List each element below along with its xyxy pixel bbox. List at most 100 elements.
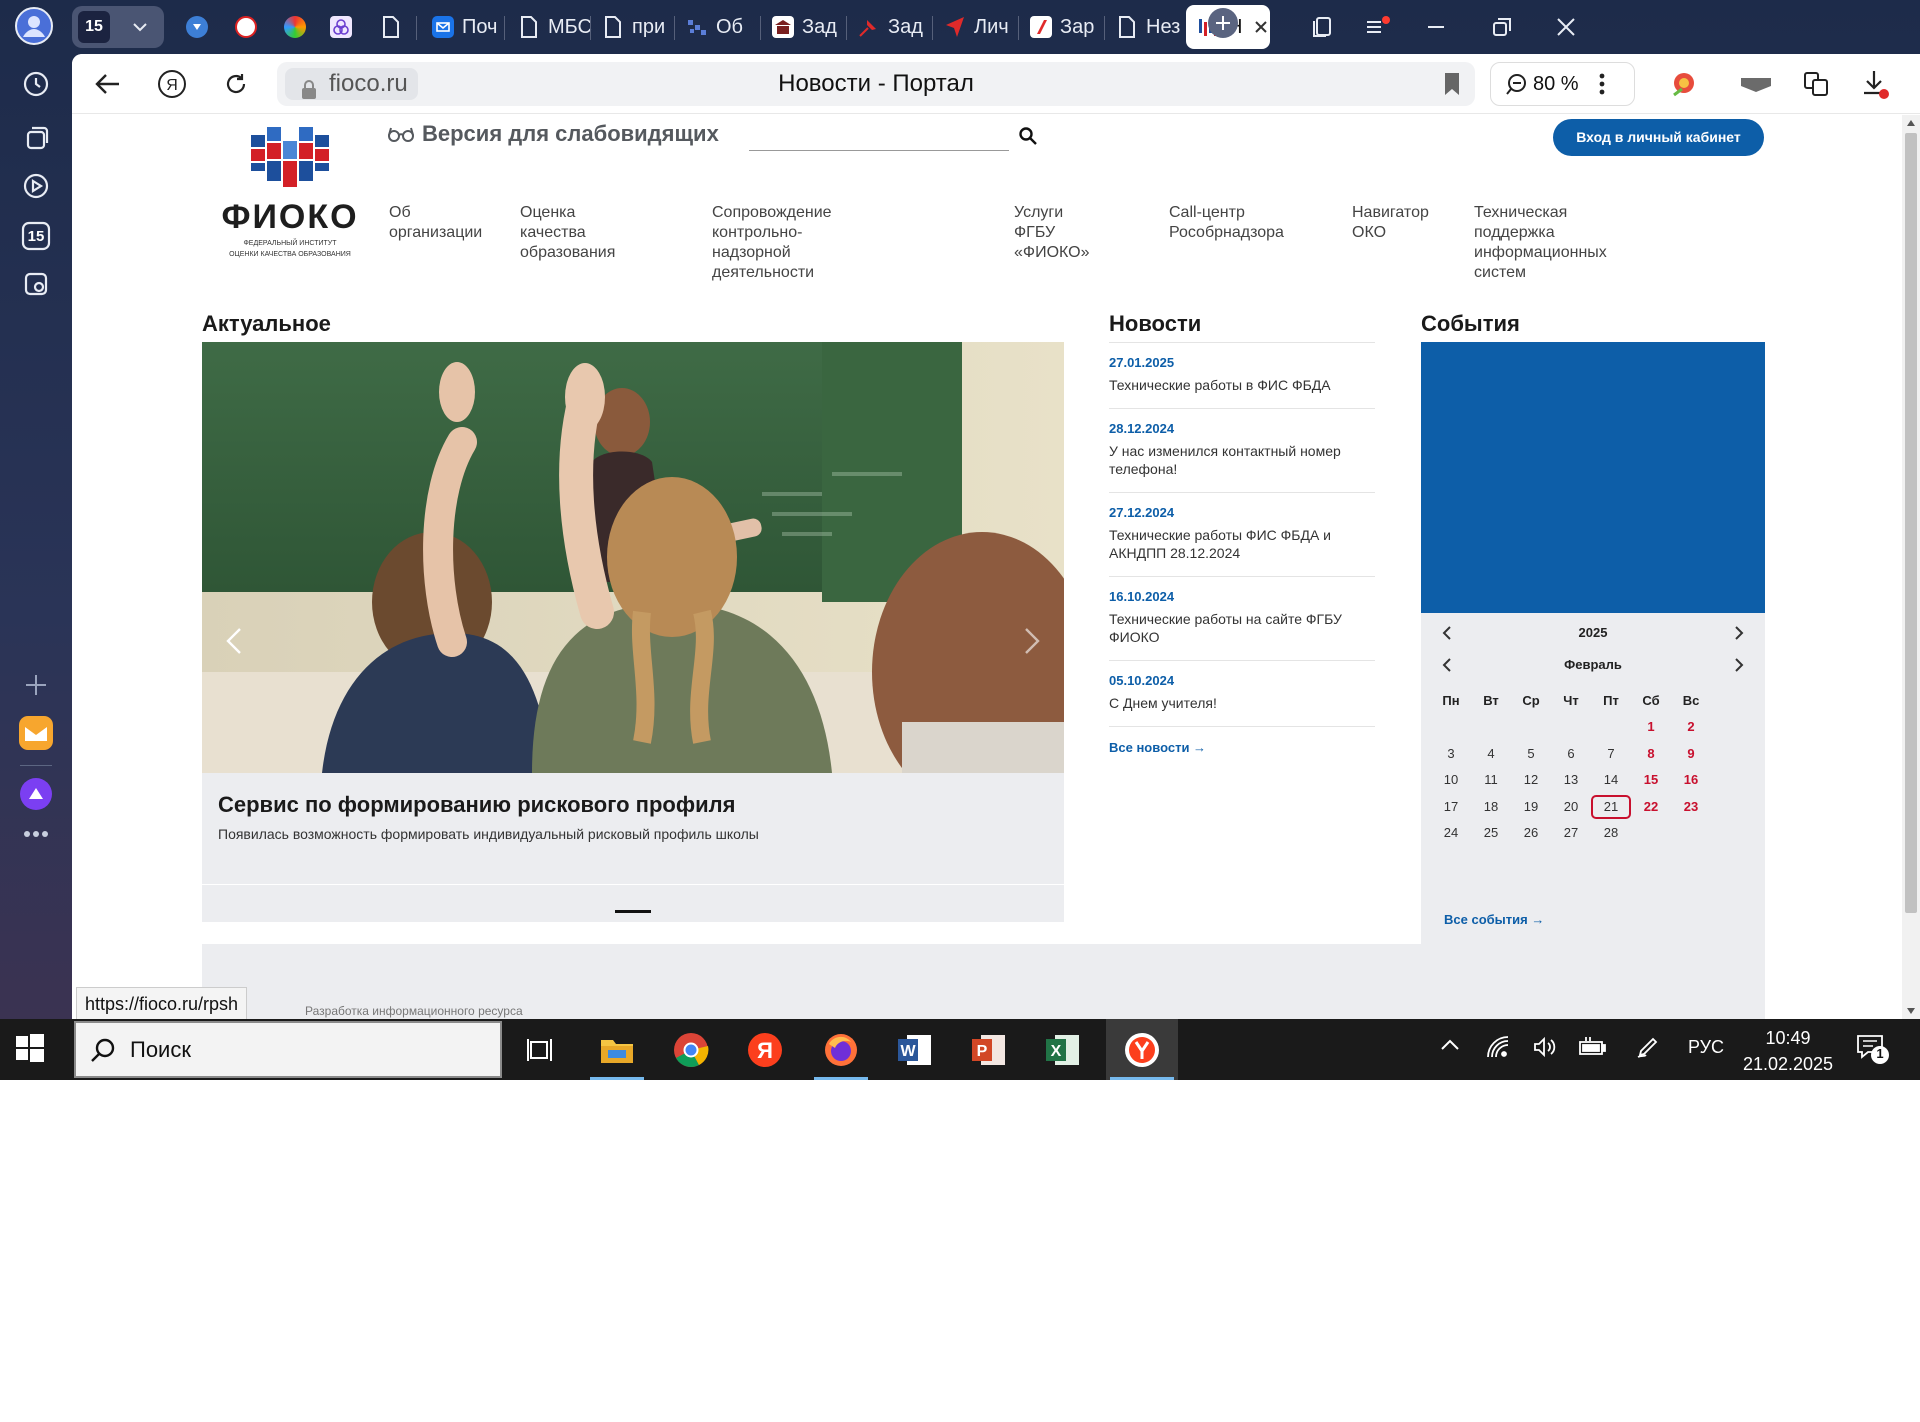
calendar-day[interactable]: 18 bbox=[1471, 795, 1511, 819]
translate-icon[interactable] bbox=[1796, 64, 1836, 104]
calendar-day[interactable]: 5 bbox=[1511, 742, 1551, 766]
calendar-day[interactable]: 10 bbox=[1431, 768, 1471, 792]
news-item[interactable]: 27.01.2025 Технические работы в ФИС ФБДА bbox=[1109, 342, 1375, 408]
taskbar-clock[interactable]: 10:49 21.02.2025 bbox=[1740, 1025, 1836, 1077]
calendar-day[interactable]: 1 bbox=[1631, 715, 1671, 739]
bookmark-icon[interactable] bbox=[1443, 72, 1461, 96]
nav-quality-assessment[interactable]: Оценка качества образования bbox=[520, 203, 615, 263]
yandex-browser-app[interactable] bbox=[1106, 1019, 1178, 1080]
mail-app-icon[interactable] bbox=[16, 713, 56, 753]
tab-nez[interactable]: Нез bbox=[1116, 7, 1196, 47]
firefox-app[interactable] bbox=[810, 1019, 872, 1080]
yandex-app[interactable]: Я bbox=[734, 1019, 796, 1080]
scrollbar-thumb[interactable] bbox=[1905, 133, 1917, 913]
tray-overflow-icon[interactable] bbox=[1440, 1039, 1460, 1051]
calendar-day[interactable]: 15 bbox=[1631, 768, 1671, 792]
chrome-app[interactable] bbox=[660, 1019, 722, 1080]
calendar-day[interactable]: 26 bbox=[1511, 821, 1551, 845]
prev-month-icon[interactable] bbox=[1435, 653, 1459, 677]
calendar-day[interactable]: 27 bbox=[1551, 821, 1591, 845]
notifications-icon[interactable]: 1 bbox=[1856, 1033, 1890, 1065]
volume-icon[interactable] bbox=[1532, 1035, 1556, 1059]
tab-pinned-2[interactable] bbox=[235, 7, 259, 47]
calendar-day[interactable]: 13 bbox=[1551, 768, 1591, 792]
more-dots-icon[interactable] bbox=[16, 814, 56, 854]
restore-icon[interactable] bbox=[1484, 9, 1520, 45]
next-year-icon[interactable] bbox=[1727, 621, 1751, 645]
scroll-up-icon[interactable] bbox=[1906, 119, 1916, 127]
calendar-day[interactable]: 24 bbox=[1431, 821, 1471, 845]
calendar-day[interactable]: 8 bbox=[1631, 742, 1671, 766]
profile-avatar[interactable] bbox=[14, 6, 54, 46]
calendar-day[interactable]: 4 bbox=[1471, 742, 1511, 766]
menu-icon[interactable] bbox=[1360, 9, 1396, 45]
login-cabinet-button[interactable]: Вход в личный кабинет bbox=[1553, 119, 1764, 156]
news-text[interactable]: Технические работы на сайте ФГБУ ФИОКО bbox=[1109, 610, 1375, 646]
excel-app[interactable]: X bbox=[1032, 1019, 1094, 1080]
reader-mode-icon[interactable] bbox=[1736, 64, 1776, 104]
collections-icon[interactable] bbox=[16, 118, 56, 158]
tab-zad-2[interactable]: Зад bbox=[858, 7, 938, 47]
tab-mail[interactable]: Поч bbox=[432, 7, 504, 47]
alice-assistant-icon[interactable] bbox=[16, 774, 56, 814]
reload-button[interactable] bbox=[216, 64, 256, 104]
battery-icon[interactable] bbox=[1578, 1035, 1606, 1059]
slide-image[interactable] bbox=[202, 342, 1064, 773]
news-text[interactable]: С Днем учителя! bbox=[1109, 694, 1375, 712]
minimize-icon[interactable] bbox=[1418, 9, 1454, 45]
tab-pinned-3[interactable] bbox=[284, 7, 308, 47]
calendar-day[interactable]: 2 bbox=[1671, 715, 1711, 739]
tab-pinned-1[interactable] bbox=[186, 7, 210, 47]
calendar-day[interactable]: 6 bbox=[1551, 742, 1591, 766]
calendar-day[interactable]: 16 bbox=[1671, 768, 1711, 792]
calendar-day[interactable]: 3 bbox=[1431, 742, 1471, 766]
pen-icon[interactable] bbox=[1636, 1035, 1660, 1059]
tab-doc-2[interactable]: при bbox=[602, 7, 682, 47]
calendar-day[interactable]: 7 bbox=[1591, 742, 1631, 766]
nav-tech-support[interactable]: Техническая поддержка информационных сис… bbox=[1474, 203, 1607, 283]
close-window-icon[interactable] bbox=[1548, 9, 1584, 45]
tab-zar[interactable]: Зар bbox=[1030, 7, 1110, 47]
tab-doc-1[interactable]: МБС bbox=[518, 7, 598, 47]
kebab-menu-icon[interactable] bbox=[1599, 73, 1605, 95]
all-events-link[interactable]: Все события → bbox=[1444, 912, 1544, 927]
actual-slider[interactable]: Сервис по формированию рискового профиля… bbox=[202, 342, 1064, 922]
word-app[interactable]: W bbox=[884, 1019, 946, 1080]
calendar-day[interactable]: 20 bbox=[1551, 795, 1591, 819]
tab-group-button[interactable]: 15 bbox=[72, 6, 164, 48]
new-tab-button[interactable] bbox=[1208, 8, 1238, 38]
back-button[interactable] bbox=[88, 64, 128, 104]
prev-year-icon[interactable] bbox=[1435, 621, 1459, 645]
downloads-icon[interactable] bbox=[1856, 64, 1896, 104]
network-icon[interactable] bbox=[1486, 1035, 1510, 1059]
news-item[interactable]: 16.10.2024 Технические работы на сайте Ф… bbox=[1109, 576, 1375, 660]
news-item[interactable]: 05.10.2024 С Днем учителя! bbox=[1109, 660, 1375, 726]
powerpoint-app[interactable]: P bbox=[958, 1019, 1020, 1080]
nav-oko-navigator[interactable]: Навигатор ОКО bbox=[1352, 203, 1429, 243]
calendar-day[interactable]: 19 bbox=[1511, 795, 1551, 819]
calendar-day[interactable]: 14 bbox=[1591, 768, 1631, 792]
nav-services[interactable]: Услуги ФГБУ «ФИОКО» bbox=[1014, 203, 1090, 263]
vision-impaired-link[interactable]: Версия для слабовидящих bbox=[388, 121, 719, 147]
all-news-link[interactable]: Все новости → bbox=[1109, 740, 1206, 755]
video-play-icon[interactable] bbox=[16, 166, 56, 206]
task-view-button[interactable] bbox=[510, 1019, 572, 1080]
history-icon[interactable] bbox=[16, 64, 56, 104]
file-explorer-app[interactable] bbox=[586, 1019, 648, 1080]
tab-counter-button[interactable]: 15 bbox=[16, 216, 56, 256]
extension-icon[interactable] bbox=[1664, 64, 1704, 104]
start-button[interactable] bbox=[15, 1033, 45, 1063]
tab-zad-1[interactable]: Зад bbox=[772, 7, 852, 47]
calendar-day[interactable]: 23 bbox=[1671, 795, 1711, 819]
tab-lich[interactable]: Лич bbox=[944, 7, 1024, 47]
slider-next-icon[interactable] bbox=[1024, 627, 1040, 655]
tab-obr[interactable]: Об bbox=[686, 7, 766, 47]
calendar-day[interactable]: 17 bbox=[1431, 795, 1471, 819]
calendar-day[interactable]: 12 bbox=[1511, 768, 1551, 792]
nav-about[interactable]: Об организации bbox=[389, 203, 482, 243]
address-bar[interactable]: fioco.ru Новости - Портал bbox=[277, 62, 1475, 106]
tab-pinned-4[interactable] bbox=[330, 7, 358, 47]
calendar-day[interactable]: 11 bbox=[1471, 768, 1511, 792]
news-text[interactable]: Технические работы в ФИС ФБДА bbox=[1109, 376, 1375, 394]
news-text[interactable]: У нас изменился контактный номер телефон… bbox=[1109, 442, 1375, 478]
